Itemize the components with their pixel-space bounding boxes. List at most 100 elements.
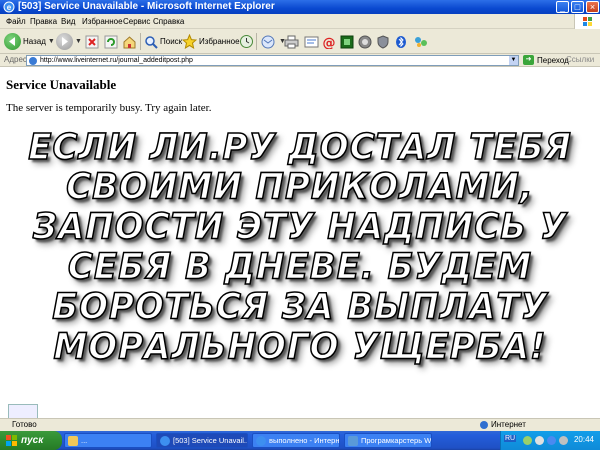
- edit-icon: [304, 36, 319, 47]
- window-title: [503] Service Unavailable - Microsoft In…: [18, 1, 275, 12]
- go-arrow-icon: ➜: [523, 55, 534, 65]
- print-button[interactable]: [284, 32, 299, 51]
- ie-icon: [256, 435, 266, 446]
- bluetooth-icon: [396, 35, 406, 48]
- taskbar-item[interactable]: Програмкаpcтеpь Wi...: [344, 433, 432, 448]
- mail-icon: [261, 35, 275, 48]
- maximize-button[interactable]: □: [571, 1, 584, 13]
- address-url[interactable]: http://www.liveinternet.ru/journal_added…: [40, 56, 193, 65]
- status-text: Готово: [12, 420, 37, 429]
- globe-icon: [480, 420, 488, 429]
- overlay-line: МОРАЛЬНОГО УЩЕРБА!: [53, 325, 547, 368]
- start-button[interactable]: пуск: [0, 431, 62, 450]
- messenger-icon: [340, 35, 354, 48]
- address-label: Адрес: [4, 55, 27, 64]
- home-icon: [123, 35, 136, 48]
- refresh-icon: [104, 35, 118, 48]
- taskbar: пуск ... [503] Service Unavail... выполн…: [0, 431, 600, 450]
- title-bar: e [503] Service Unavailable - Microsoft …: [0, 0, 600, 14]
- forward-arrow-icon: [56, 33, 73, 50]
- shield-icon: [377, 34, 389, 49]
- menu-edit[interactable]: Правка: [30, 16, 57, 27]
- go-button[interactable]: ➜ Переход: [523, 55, 569, 65]
- printer-icon: [284, 35, 299, 48]
- search-label: Поиск: [160, 37, 183, 46]
- refresh-button[interactable]: [104, 32, 118, 51]
- ie-icon: [160, 435, 170, 446]
- svg-text:e: e: [7, 3, 12, 12]
- back-button[interactable]: Назад ▼: [4, 32, 55, 51]
- minimize-button[interactable]: _: [556, 1, 569, 13]
- page-heading: Service Unavailable: [6, 77, 117, 92]
- system-tray: RU 20:44: [500, 431, 600, 450]
- star-icon: [182, 34, 197, 49]
- folder-icon: [68, 435, 78, 446]
- forward-button[interactable]: ▼: [56, 32, 82, 51]
- search-icon: [145, 35, 158, 49]
- shield-button[interactable]: [376, 32, 390, 51]
- research-button[interactable]: [358, 32, 372, 51]
- at-sign-icon: @: [323, 36, 336, 49]
- error-message: The server is temporarily busy. Try agai…: [6, 102, 212, 114]
- toolbar: Назад ▼ ▼ Поиск Избранное ▼ @: [0, 29, 600, 54]
- history-icon: [240, 35, 253, 48]
- back-label: Назад: [23, 37, 46, 46]
- go-label: Переход: [537, 55, 569, 65]
- tray-icon[interactable]: [523, 436, 532, 445]
- bluetooth-icon[interactable]: [547, 436, 556, 445]
- address-bar: Адрес http://www.liveinternet.ru/journal…: [0, 54, 600, 67]
- chevron-down-icon: ▼: [75, 38, 82, 45]
- page-content: Service Unavailable The server is tempor…: [0, 68, 600, 406]
- menu-view[interactable]: Вид: [61, 16, 75, 27]
- menu-help[interactable]: Справка: [153, 16, 184, 27]
- overlay-line: СВОИМИ ПРИКОЛАМИ,: [65, 166, 534, 209]
- overlay-line: ЗАПОСТИ ЭТУ НАДПИСЬ У: [32, 206, 568, 249]
- messenger-button[interactable]: [340, 32, 354, 51]
- plugin-button[interactable]: [413, 32, 429, 51]
- links-button[interactable]: Ссылки: [566, 55, 594, 64]
- page-icon: [29, 57, 37, 65]
- favorites-button[interactable]: Избранное: [182, 32, 240, 51]
- mail-button[interactable]: ▼: [261, 32, 286, 51]
- security-zone: Интернет: [480, 420, 526, 429]
- volume-icon[interactable]: [559, 436, 568, 445]
- menu-tools[interactable]: Сервис: [123, 16, 150, 27]
- history-button[interactable]: [239, 32, 254, 51]
- overlay-text: ЕСЛИ ЛИ.РУ ДОСТАЛ ТЕБЯ СВОИМИ ПРИКОЛАМИ,…: [25, 126, 575, 368]
- menu-file[interactable]: Файл: [6, 16, 26, 27]
- back-arrow-icon: [4, 33, 21, 50]
- overlay-line: БОРОТЬСЯ ЗА ВЫПЛАТУ: [51, 285, 548, 328]
- favorites-label: Избранное: [199, 37, 240, 46]
- menu-bar: Файл Правка Вид Избранное Сервис Справка: [0, 14, 600, 29]
- svg-text:@: @: [323, 36, 336, 49]
- search-button[interactable]: Поиск: [144, 32, 182, 51]
- edit-button[interactable]: [304, 32, 319, 51]
- home-button[interactable]: [122, 32, 137, 51]
- overlay-line: СЕБЯ В ДНЕВЕ. БУДЕМ: [67, 245, 533, 288]
- taskbar-item[interactable]: выполнено - Интерн...: [252, 433, 340, 448]
- close-button[interactable]: ×: [586, 1, 599, 13]
- bluetooth-button[interactable]: [394, 32, 408, 51]
- email-at-button[interactable]: @: [322, 32, 336, 51]
- clock: 20:44: [573, 435, 594, 444]
- taskbar-item-active[interactable]: [503] Service Unavail...: [156, 433, 248, 448]
- research-icon: [358, 35, 372, 48]
- taskbar-item[interactable]: ...: [64, 433, 152, 448]
- zone-label: Интернет: [491, 420, 526, 429]
- menu-favorites[interactable]: Избранное: [82, 16, 123, 27]
- stop-icon: [85, 35, 99, 48]
- chevron-down-icon[interactable]: ▼: [509, 56, 518, 65]
- status-bar: Готово Интернет: [0, 418, 600, 431]
- windows-flag-icon: [6, 435, 17, 446]
- start-label: пуск: [21, 435, 44, 446]
- app-icon: [348, 435, 358, 446]
- overlay-line: ЕСЛИ ЛИ.РУ ДОСТАЛ ТЕБЯ: [27, 126, 572, 169]
- tray-icon[interactable]: [535, 436, 544, 445]
- language-indicator[interactable]: RU: [504, 435, 517, 442]
- ie-icon: e: [3, 1, 15, 13]
- chevron-down-icon: ▼: [47, 38, 55, 45]
- plugin-icon: [415, 36, 427, 47]
- stop-button[interactable]: [85, 32, 99, 51]
- windows-logo: [574, 14, 600, 29]
- address-input[interactable]: http://www.liveinternet.ru/journal_added…: [26, 55, 519, 66]
